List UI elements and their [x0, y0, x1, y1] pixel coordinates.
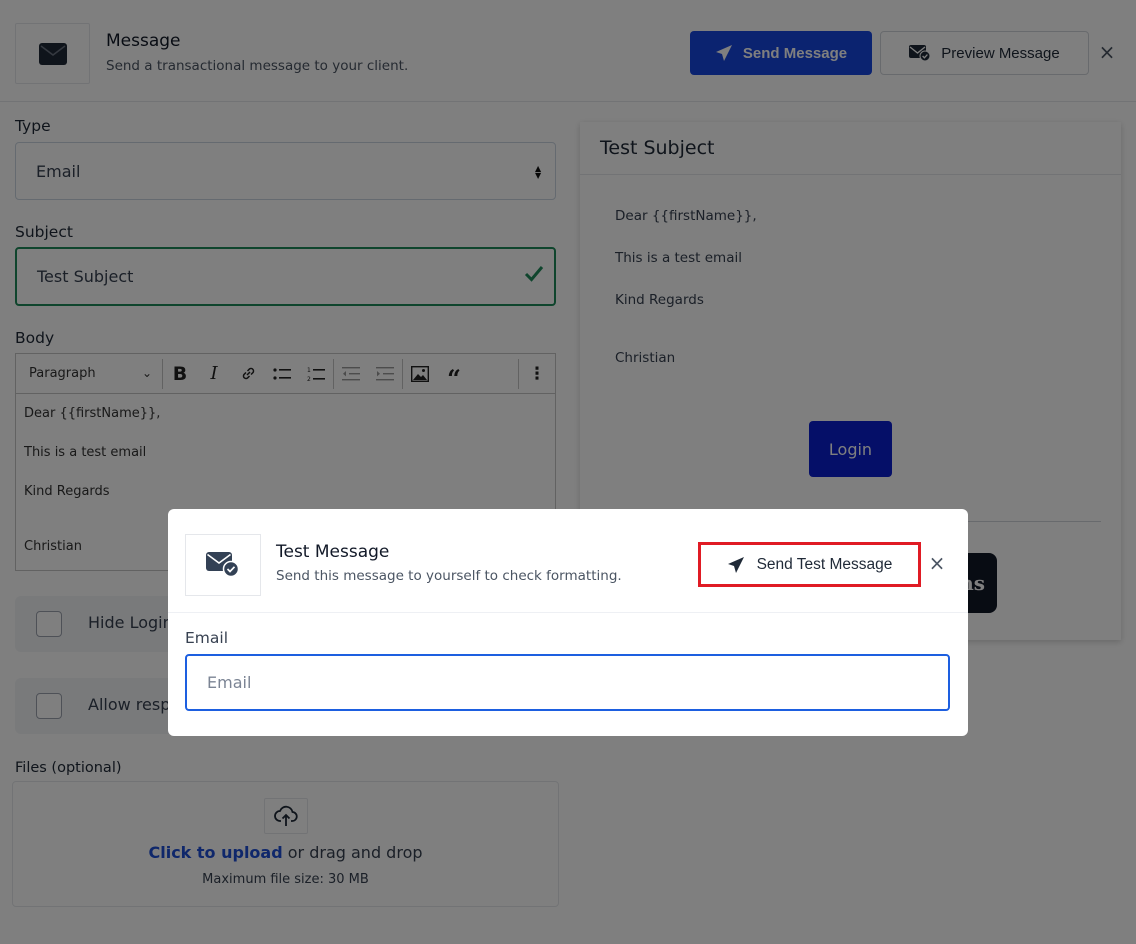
- test-message-modal: Test Message Send this message to yourse…: [168, 509, 968, 736]
- send-test-message-label: Send Test Message: [756, 555, 893, 573]
- email-label: Email: [185, 629, 229, 647]
- envelope-check-icon: [206, 552, 240, 578]
- modal-subtitle: Send this message to yourself to check f…: [276, 568, 622, 584]
- modal-header: Test Message Send this message to yourse…: [168, 509, 968, 613]
- send-test-message-button[interactable]: Send Test Message: [698, 542, 921, 587]
- paper-plane-icon: [727, 556, 744, 573]
- modal-backdrop[interactable]: [0, 0, 1136, 944]
- email-input[interactable]: [185, 654, 950, 711]
- modal-icon-box: [185, 534, 261, 596]
- close-icon[interactable]: ×: [928, 552, 946, 574]
- modal-title: Test Message: [276, 542, 390, 562]
